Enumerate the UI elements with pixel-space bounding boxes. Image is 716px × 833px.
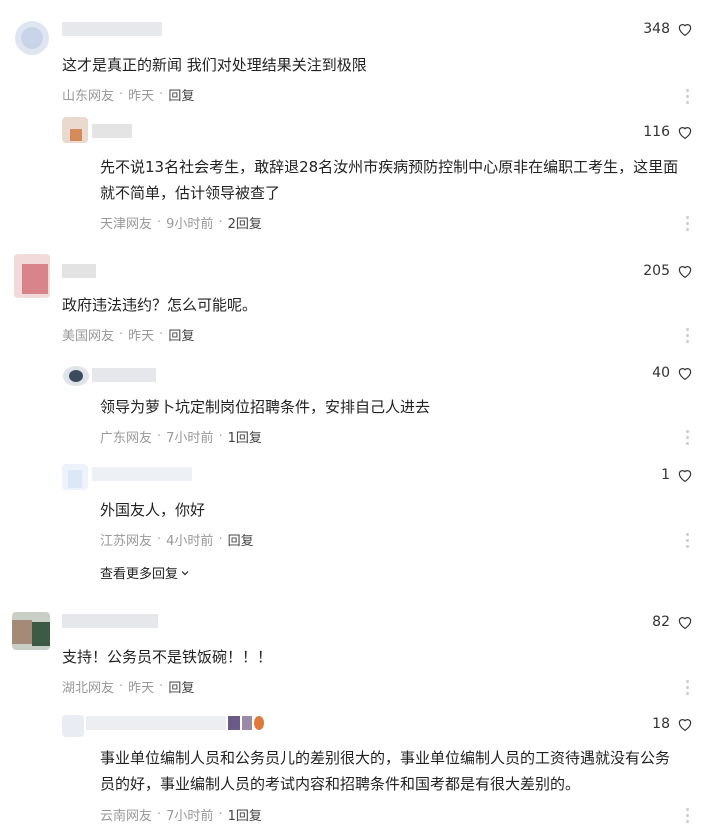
location: 云南网友 — [100, 809, 153, 824]
avatar[interactable] — [62, 117, 88, 143]
location: 江苏网友 — [100, 534, 153, 549]
timestamp: 9小时前 — [166, 217, 214, 232]
like-count: 205 — [643, 263, 670, 279]
location: 山东网友 — [62, 89, 115, 104]
separator: · — [159, 679, 164, 694]
comment-text: 先不说13名社会考生，敢辞退28名汝州市疾病预防控制中心原非在编职工考生，这里面… — [100, 158, 679, 202]
separator: · — [157, 532, 162, 547]
avatar[interactable] — [62, 715, 84, 737]
like-button[interactable]: 1 — [661, 466, 694, 484]
separator: · — [157, 215, 162, 230]
comment-meta: 美国网友 · 昨天 · 回复 — [62, 325, 194, 344]
separator: · — [218, 807, 223, 822]
comment-meta: 天津网友 · 9小时前 · 2回复 — [100, 213, 262, 232]
separator: · — [119, 679, 124, 694]
location: 美国网友 — [62, 329, 115, 344]
like-count: 40 — [652, 365, 670, 381]
separator: · — [159, 87, 164, 102]
comment-meta: 山东网友 · 昨天 · 回复 — [62, 85, 194, 104]
username[interactable] — [86, 716, 266, 730]
more-vertical-icon[interactable] — [686, 808, 690, 824]
more-vertical-icon[interactable] — [686, 328, 690, 344]
username[interactable] — [92, 467, 192, 481]
like-count: 82 — [652, 614, 670, 630]
comment-text: 领导为萝卜坑定制岗位招聘条件，安排自己人进去 — [100, 398, 431, 416]
location: 天津网友 — [100, 217, 153, 232]
reply-button[interactable]: 1回复 — [228, 805, 262, 824]
like-count: 1 — [661, 467, 670, 483]
separator: · — [157, 807, 162, 822]
avatar[interactable] — [62, 464, 88, 490]
heart-outline-icon — [678, 24, 692, 37]
separator: · — [159, 327, 164, 342]
username[interactable] — [62, 614, 158, 628]
like-count: 348 — [643, 21, 670, 37]
comment-text: 外国友人，你好 — [100, 501, 206, 519]
heart-outline-icon — [678, 127, 692, 140]
separator: · — [218, 429, 223, 444]
heart-outline-icon — [678, 470, 692, 483]
reply-button[interactable]: 回复 — [228, 530, 254, 549]
comment-text: 这才是真正的新闻 我们对处理结果关注到极限 — [62, 56, 367, 74]
chevron-down-icon — [181, 570, 189, 575]
avatar[interactable] — [14, 254, 50, 298]
location: 湖北网友 — [62, 681, 115, 696]
avatar[interactable] — [15, 21, 49, 55]
timestamp: 昨天 — [128, 681, 155, 696]
comment-meta: 湖北网友 · 昨天 · 回复 — [62, 677, 194, 696]
heart-outline-icon — [678, 719, 692, 732]
like-count: 116 — [643, 124, 670, 140]
more-vertical-icon[interactable] — [686, 89, 690, 105]
like-button[interactable]: 116 — [643, 123, 694, 141]
like-button[interactable]: 348 — [643, 20, 694, 38]
heart-outline-icon — [678, 368, 692, 381]
like-button[interactable]: 205 — [643, 262, 694, 280]
username[interactable] — [62, 22, 162, 36]
location: 广东网友 — [100, 431, 153, 446]
show-more-label: 查看更多回复 — [100, 567, 179, 582]
separator: · — [119, 327, 124, 342]
comment-text: 事业单位编制人员和公务员儿的差别很大的，事业单位编制人员的工资待遇就没有公务员的… — [100, 749, 671, 793]
more-vertical-icon[interactable] — [686, 680, 690, 696]
reply-button[interactable]: 1回复 — [228, 427, 262, 446]
heart-outline-icon — [678, 617, 692, 630]
reply-button[interactable]: 回复 — [168, 85, 194, 104]
reply-button[interactable]: 2回复 — [228, 213, 262, 232]
comment-text: 政府违法违约？怎么可能呢。 — [62, 296, 258, 314]
reply-button[interactable]: 回复 — [168, 325, 194, 344]
separator: · — [218, 532, 223, 547]
comment-text: 支持！公务员不是铁饭碗！！！ — [62, 648, 273, 666]
more-vertical-icon[interactable] — [686, 430, 690, 446]
heart-outline-icon — [678, 266, 692, 279]
like-button[interactable]: 40 — [652, 364, 694, 382]
separator: · — [119, 87, 124, 102]
more-vertical-icon[interactable] — [686, 216, 690, 232]
timestamp: 7小时前 — [166, 809, 214, 824]
timestamp: 4小时前 — [166, 534, 214, 549]
comment-meta: 云南网友 · 7小时前 · 1回复 — [100, 805, 262, 824]
timestamp: 昨天 — [128, 89, 155, 104]
avatar[interactable] — [12, 612, 50, 650]
separator: · — [157, 429, 162, 444]
username[interactable] — [92, 368, 156, 382]
avatar[interactable] — [63, 366, 89, 386]
comment-meta: 广东网友 · 7小时前 · 1回复 — [100, 427, 262, 446]
show-more-replies-button[interactable]: 查看更多回复 — [100, 563, 190, 582]
like-button[interactable]: 82 — [652, 613, 694, 631]
reply-button[interactable]: 回复 — [168, 677, 194, 696]
username[interactable] — [62, 264, 96, 278]
like-count: 18 — [652, 716, 670, 732]
more-vertical-icon[interactable] — [686, 533, 690, 549]
timestamp: 7小时前 — [166, 431, 214, 446]
username[interactable] — [92, 124, 132, 138]
like-button[interactable]: 18 — [652, 715, 694, 733]
separator: · — [218, 215, 223, 230]
timestamp: 昨天 — [128, 329, 155, 344]
comment-meta: 江苏网友 · 4小时前 · 回复 — [100, 530, 254, 549]
